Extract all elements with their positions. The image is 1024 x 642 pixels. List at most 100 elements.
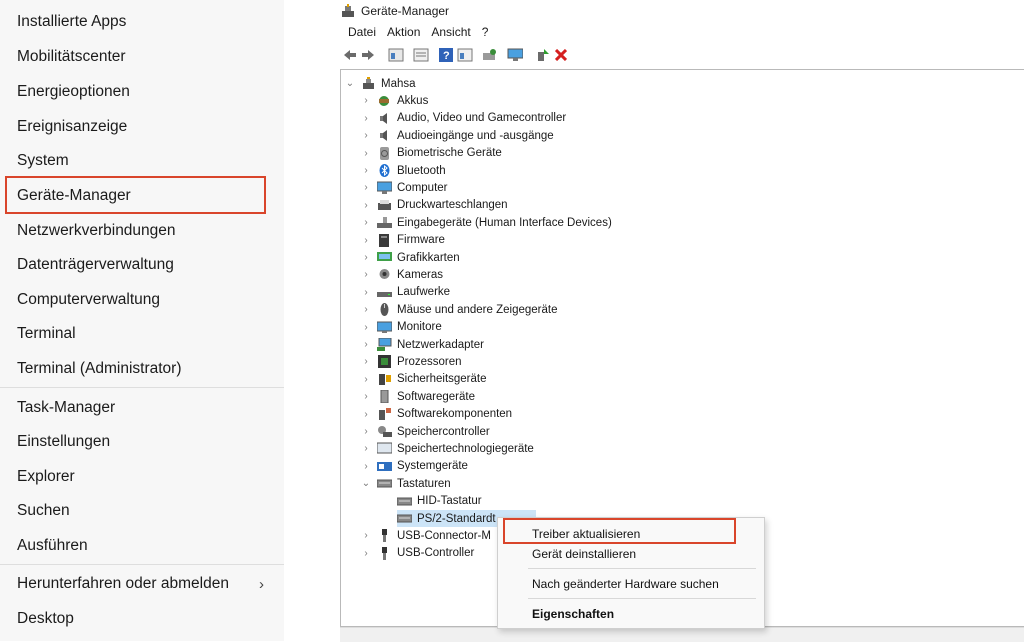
- chevron-right-icon[interactable]: ›: [361, 304, 371, 315]
- tree-category[interactable]: › Speichertechnologiegeräte: [361, 440, 534, 457]
- chevron-right-icon[interactable]: ›: [361, 356, 371, 367]
- help-icon[interactable]: ?: [438, 47, 454, 63]
- tree-category[interactable]: › Audio, Video und Gamecontroller: [361, 110, 566, 127]
- menu-item-installierte-apps[interactable]: Installierte Apps: [0, 5, 284, 39]
- menu-ansicht[interactable]: Ansicht: [431, 25, 470, 39]
- menu-item-system[interactable]: System: [0, 144, 284, 178]
- menu-item-datentraegerverwaltung[interactable]: Datenträgerverwaltung: [0, 248, 284, 282]
- menu-aktion[interactable]: Aktion: [387, 25, 420, 39]
- system-device-icon: [377, 460, 392, 473]
- tree-category-label: Grafikkarten: [397, 251, 460, 264]
- ctx-hardware-suchen[interactable]: Nach geänderter Hardware suchen: [532, 574, 719, 594]
- menu-item-desktop[interactable]: Desktop: [0, 602, 284, 636]
- chevron-right-icon[interactable]: ›: [361, 95, 371, 106]
- tree-category[interactable]: › Laufwerke: [361, 284, 450, 301]
- chevron-right-icon[interactable]: ›: [361, 322, 371, 333]
- chevron-right-icon[interactable]: ›: [361, 130, 371, 141]
- chevron-right-icon[interactable]: ›: [361, 374, 371, 385]
- chevron-right-icon[interactable]: ›: [361, 548, 371, 559]
- scan-icon[interactable]: [482, 47, 498, 63]
- ctx-geraet-deinstallieren[interactable]: Gerät deinstallieren: [532, 544, 636, 564]
- tree-category[interactable]: › Bluetooth: [361, 162, 446, 179]
- tree-category[interactable]: › Kameras: [361, 266, 443, 283]
- tree-category[interactable]: › Firmware: [361, 232, 445, 249]
- menu-item-energieoptionen[interactable]: Energieoptionen: [0, 75, 284, 109]
- tree-category[interactable]: › Softwarekomponenten: [361, 406, 512, 423]
- tree-category[interactable]: › Softwaregeräte: [361, 388, 475, 405]
- chevron-right-icon[interactable]: ›: [361, 200, 371, 211]
- tree-category[interactable]: › Eingabegeräte (Human Interface Devices): [361, 214, 611, 231]
- tree-category[interactable]: › Druckwarteschlangen: [361, 197, 507, 214]
- menu-item-computerverwaltung[interactable]: Computerverwaltung: [0, 283, 284, 317]
- tree-category[interactable]: › Grafikkarten: [361, 249, 460, 266]
- tree-category[interactable]: › USB-Controller: [361, 545, 474, 562]
- chevron-right-icon[interactable]: ›: [361, 182, 371, 193]
- chevron-down-icon[interactable]: ⌄: [345, 78, 355, 89]
- menu-item-explorer[interactable]: Explorer: [0, 460, 284, 494]
- menu-item-task-manager[interactable]: Task-Manager: [0, 391, 284, 425]
- chevron-right-icon[interactable]: ›: [361, 530, 371, 541]
- tree-category[interactable]: › Biometrische Geräte: [361, 145, 502, 162]
- chevron-right-icon[interactable]: ›: [361, 217, 371, 228]
- chevron-right-icon[interactable]: ›: [361, 409, 371, 420]
- chevron-right-icon[interactable]: ›: [361, 148, 371, 159]
- software-component-icon: [377, 407, 392, 421]
- menu-item-label: Datenträgerverwaltung: [17, 256, 174, 273]
- tree-category[interactable]: › Sicherheitsgeräte: [361, 371, 486, 388]
- menu-item-einstellungen[interactable]: Einstellungen: [0, 425, 284, 459]
- tree-root[interactable]: ⌄ Mahsa: [345, 75, 416, 92]
- chevron-down-icon[interactable]: ⌄: [361, 478, 371, 489]
- ctx-eigenschaften[interactable]: Eigenschaften: [532, 604, 614, 624]
- mouse-icon: [377, 303, 392, 317]
- menu-item-ereignisanzeige[interactable]: Ereignisanzeige: [0, 110, 284, 144]
- chevron-right-icon[interactable]: ›: [361, 287, 371, 298]
- tree-category[interactable]: › USB-Connector-M: [361, 527, 491, 544]
- speaker-icon: [377, 112, 392, 125]
- tree-category[interactable]: › Akkus: [361, 92, 428, 109]
- chevron-right-icon[interactable]: ›: [361, 461, 371, 472]
- tree-category[interactable]: › Speichercontroller: [361, 423, 489, 440]
- chevron-right-icon[interactable]: ›: [361, 165, 371, 176]
- cpu-icon: [377, 355, 392, 369]
- tree-category[interactable]: › Computer: [361, 179, 448, 196]
- properties-icon[interactable]: [388, 47, 404, 63]
- view-icon[interactable]: [457, 47, 473, 63]
- back-icon[interactable]: [342, 47, 358, 63]
- menu-help[interactable]: ?: [482, 25, 489, 39]
- keyboard-icon: [376, 477, 393, 490]
- menu-bar: Datei Aktion Ansicht ?: [337, 22, 1024, 42]
- tree-category[interactable]: › Systemgeräte: [361, 458, 468, 475]
- menu-item-mobilitaetscenter[interactable]: Mobilitätscenter: [0, 40, 284, 74]
- details-icon[interactable]: [413, 47, 429, 63]
- tree-category-label: Kameras: [397, 268, 444, 281]
- tree-device[interactable]: HID-Tastatur: [396, 493, 482, 510]
- remove-icon[interactable]: [553, 47, 569, 63]
- chevron-right-icon[interactable]: ›: [361, 113, 371, 124]
- menu-item-ausfuehren[interactable]: Ausführen: [0, 529, 284, 563]
- tree-category[interactable]: ⌄ Tastaturen: [361, 475, 451, 492]
- menu-item-suchen[interactable]: Suchen: [0, 494, 284, 528]
- forward-icon[interactable]: [360, 47, 376, 63]
- monitor-icon[interactable]: [507, 47, 523, 63]
- chevron-right-icon[interactable]: ›: [361, 426, 371, 437]
- chevron-right-icon[interactable]: ›: [361, 391, 371, 402]
- chevron-right-icon[interactable]: ›: [361, 235, 371, 246]
- tree-category[interactable]: › Netzwerkadapter: [361, 336, 484, 353]
- tree-category[interactable]: › Monitore: [361, 319, 442, 336]
- menu-datei[interactable]: Datei: [348, 25, 376, 39]
- tree-category[interactable]: › Prozessoren: [361, 353, 462, 370]
- menu-item-herunterfahren[interactable]: Herunterfahren oder abmelden ›: [0, 567, 284, 601]
- menu-item-terminal[interactable]: Terminal: [0, 317, 284, 351]
- chevron-right-icon[interactable]: ›: [361, 443, 371, 454]
- tree-category-label: Akkus: [397, 94, 429, 107]
- chevron-right-icon[interactable]: ›: [361, 252, 371, 263]
- tree-category[interactable]: › Mäuse und andere Zeigegeräte: [361, 301, 557, 318]
- menu-item-netzwerkverbindungen[interactable]: Netzwerkverbindungen: [0, 214, 284, 248]
- chevron-right-icon[interactable]: ›: [361, 339, 371, 350]
- tree-category-label: Softwaregeräte: [397, 390, 475, 403]
- chevron-right-icon[interactable]: ›: [361, 269, 371, 280]
- enable-icon[interactable]: [535, 47, 551, 63]
- menu-item-label: Installierte Apps: [17, 13, 127, 30]
- tree-category[interactable]: › Audioeingänge und -ausgänge: [361, 127, 553, 144]
- menu-item-terminal-admin[interactable]: Terminal (Administrator): [0, 352, 284, 386]
